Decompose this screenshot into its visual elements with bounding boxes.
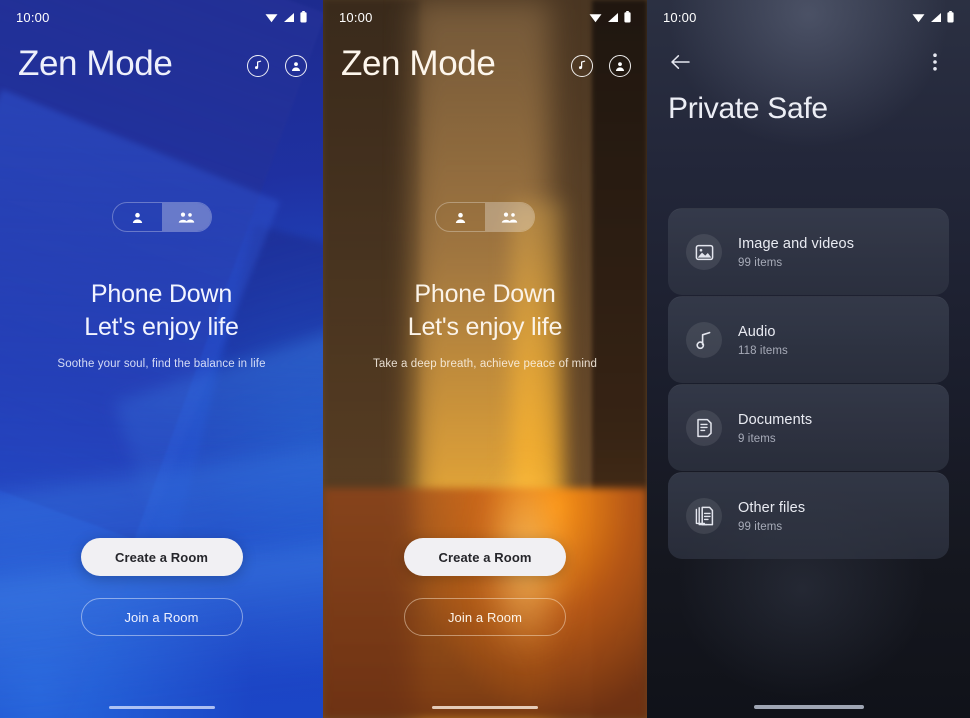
signal-icon — [283, 12, 295, 23]
status-bar: 10:00 — [647, 0, 970, 34]
group-people-icon — [178, 211, 195, 224]
toggle-option-group[interactable] — [485, 203, 534, 231]
account-icon[interactable] — [609, 54, 631, 77]
wifi-icon — [265, 12, 278, 23]
app-bar — [647, 44, 970, 80]
list-item[interactable]: Image and videos 99 items — [668, 208, 949, 295]
status-bar: 10:00 — [323, 0, 647, 34]
signal-icon — [930, 12, 942, 23]
zen-header: Zen Mode — [0, 46, 323, 81]
document-icon — [686, 410, 722, 446]
status-icons — [265, 11, 307, 23]
signal-icon — [607, 12, 619, 23]
create-room-button[interactable]: Create a Room — [404, 538, 566, 576]
create-room-button[interactable]: Create a Room — [80, 538, 243, 576]
home-indicator[interactable] — [753, 705, 864, 709]
list-item[interactable]: Documents 9 items — [668, 384, 949, 471]
list-item[interactable]: Other files 99 items — [668, 472, 949, 559]
list-item-text: Documents 9 items — [738, 412, 812, 445]
toggle-option-solo[interactable] — [436, 203, 485, 231]
list-item-title: Image and videos — [738, 235, 855, 252]
status-bar: 10:00 — [0, 0, 323, 34]
join-room-button[interactable]: Join a Room — [404, 598, 566, 636]
safe-category-list: Image and videos 99 items Audio 118 item… — [668, 208, 949, 559]
list-item-title: Documents — [738, 411, 813, 428]
three-phone-screenshots: 10:00 Zen Mode Phone Down Let's enjoy li… — [0, 0, 970, 718]
zen-header: Zen Mode — [323, 46, 647, 81]
music-note-icon — [686, 322, 722, 358]
hero-text: Phone Down Let's enjoy life Soothe your … — [0, 278, 323, 370]
list-item-text: Image and videos 99 items — [738, 236, 854, 269]
files-icon — [686, 498, 722, 534]
list-item-title: Audio — [738, 323, 776, 340]
hero-line-2: Let's enjoy life — [84, 312, 239, 341]
group-people-icon — [501, 211, 518, 224]
single-person-icon — [131, 211, 144, 224]
phone-screen-zen-blue: 10:00 Zen Mode Phone Down Let's enjoy li… — [0, 0, 323, 718]
battery-icon — [300, 11, 307, 23]
home-indicator[interactable] — [432, 706, 538, 709]
list-item-count: 118 items — [738, 344, 788, 357]
hero-line-2: Let's enjoy life — [407, 312, 563, 341]
status-time: 10:00 — [16, 9, 50, 25]
more-vertical-icon[interactable] — [922, 49, 948, 75]
hero-heading: Phone Down Let's enjoy life — [341, 278, 629, 343]
cta-buttons: Create a Room Join a Room — [0, 538, 323, 636]
image-icon — [686, 234, 722, 270]
battery-icon — [624, 11, 631, 23]
list-item-text: Audio 118 items — [738, 324, 788, 357]
hero-heading: Phone Down Let's enjoy life — [18, 278, 305, 343]
list-item-text: Other files 99 items — [738, 500, 805, 533]
status-icons — [589, 11, 631, 23]
hero-subtitle: Soothe your soul, find the balance in li… — [57, 358, 266, 370]
page-title: Private Safe — [668, 92, 828, 125]
list-item[interactable]: Audio 118 items — [668, 296, 949, 383]
music-note-icon[interactable] — [571, 54, 593, 77]
page-title: Zen Mode — [341, 44, 496, 83]
home-indicator[interactable] — [108, 706, 215, 709]
list-item-count: 9 items — [738, 432, 776, 445]
cta-buttons: Create a Room Join a Room — [323, 538, 647, 636]
toggle-option-group[interactable] — [161, 203, 211, 231]
hero-line-1: Phone Down — [414, 280, 556, 308]
join-room-button[interactable]: Join a Room — [80, 598, 243, 636]
status-icons — [912, 11, 954, 23]
mode-toggle[interactable] — [435, 202, 535, 232]
page-title: Zen Mode — [18, 44, 173, 83]
hero-subtitle: Take a deep breath, achieve peace of min… — [372, 358, 598, 370]
mode-toggle-wrapper — [323, 202, 647, 232]
phone-screen-private-safe: 10:00 Private Safe Image and videos 99 i… — [647, 0, 970, 718]
music-note-icon[interactable] — [247, 54, 269, 77]
list-item-count: 99 items — [738, 520, 783, 533]
account-icon[interactable] — [285, 54, 307, 77]
status-time: 10:00 — [663, 9, 697, 25]
header-actions — [247, 54, 307, 77]
back-arrow-icon[interactable] — [667, 49, 693, 75]
phone-screen-zen-amber: 10:00 Zen Mode Phone Down Let's enjoy li… — [323, 0, 647, 718]
status-time: 10:00 — [339, 9, 373, 25]
wifi-icon — [589, 12, 602, 23]
hero-line-1: Phone Down — [90, 280, 233, 308]
list-item-title: Other files — [738, 499, 806, 516]
single-person-icon — [454, 211, 467, 224]
mode-toggle-wrapper — [0, 202, 323, 232]
header-actions — [571, 54, 631, 77]
list-item-count: 99 items — [738, 256, 783, 269]
toggle-option-solo[interactable] — [113, 203, 162, 231]
wifi-icon — [912, 12, 925, 23]
battery-icon — [947, 11, 954, 23]
mode-toggle[interactable] — [111, 202, 212, 232]
hero-text: Phone Down Let's enjoy life Take a deep … — [323, 278, 647, 370]
